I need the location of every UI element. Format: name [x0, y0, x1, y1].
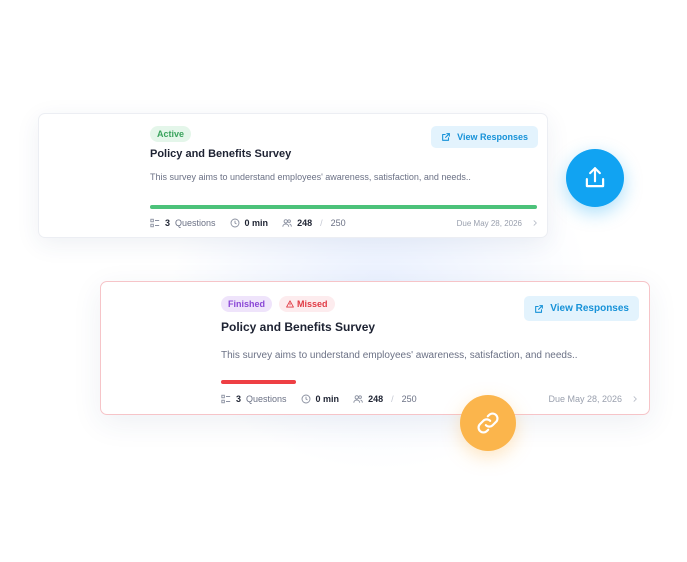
- questions-label: Questions: [246, 394, 287, 404]
- questions-stat: 3 Questions: [150, 218, 216, 228]
- survey-meta: 3 Questions 0 min 248 / 250 Due May 28, …: [150, 218, 539, 228]
- questions-stat: 3 Questions: [221, 394, 287, 404]
- link-icon: [477, 412, 499, 434]
- duration-stat: 0 min: [301, 394, 340, 404]
- questions-count: 3: [236, 394, 242, 404]
- due-date: Due May 28, 2026: [548, 394, 639, 404]
- responses-stat: 248 / 250: [282, 218, 346, 228]
- responses-total: 250: [330, 218, 346, 228]
- responses-count: 248: [368, 394, 384, 404]
- responses-total: 250: [401, 394, 417, 404]
- questions-label: Questions: [175, 218, 216, 228]
- users-icon: [353, 395, 363, 403]
- status-badge-finished: Finished: [221, 296, 273, 312]
- share-upload-icon: [585, 167, 605, 188]
- progress-fill: [150, 205, 537, 209]
- survey-description: This survey aims to understand employees…: [221, 350, 578, 361]
- questions-icon: [150, 218, 160, 228]
- duration-stat: 0 min: [230, 218, 269, 228]
- view-responses-label: View Responses: [550, 303, 629, 314]
- survey-card-active[interactable]: Active Policy and Benefits Survey This s…: [38, 113, 548, 238]
- warning-icon: [286, 300, 294, 308]
- progress-bar: [150, 205, 537, 209]
- divider: /: [320, 218, 323, 228]
- divider: /: [391, 394, 394, 404]
- due-date-label: Due May 28, 2026: [548, 394, 622, 404]
- view-responses-button[interactable]: View Responses: [431, 126, 538, 148]
- survey-title: Policy and Benefits Survey: [221, 320, 376, 334]
- clock-icon: [230, 218, 240, 228]
- survey-card-finished[interactable]: Finished Missed Policy and Benefits Surv…: [100, 281, 650, 415]
- status-badge-missed: Missed: [279, 296, 335, 312]
- external-link-icon: [535, 304, 544, 313]
- view-responses-button[interactable]: View Responses: [524, 296, 639, 321]
- users-icon: [282, 219, 292, 227]
- questions-count: 3: [165, 218, 171, 228]
- chevron-right-icon[interactable]: [531, 219, 539, 227]
- duration-value: 0 min: [244, 218, 269, 228]
- chevron-right-icon[interactable]: [631, 395, 639, 403]
- status-badge-active: Active: [150, 126, 192, 142]
- questions-icon: [221, 394, 231, 404]
- view-responses-label: View Responses: [457, 132, 528, 142]
- external-link-icon: [442, 133, 450, 141]
- survey-description: This survey aims to understand employees…: [150, 172, 471, 182]
- progress-bar: [221, 380, 637, 384]
- survey-title: Policy and Benefits Survey: [150, 148, 292, 160]
- share-button[interactable]: [566, 149, 624, 207]
- duration-value: 0 min: [315, 394, 340, 404]
- copy-link-button[interactable]: [460, 395, 516, 451]
- responses-count: 248: [297, 218, 313, 228]
- due-date-label: Due May 28, 2026: [456, 218, 522, 228]
- clock-icon: [301, 394, 311, 404]
- responses-stat: 248 / 250: [353, 394, 417, 404]
- survey-meta: 3 Questions 0 min 248 / 250 Due May 28, …: [221, 394, 639, 404]
- missed-label: Missed: [297, 299, 328, 309]
- due-date: Due May 28, 2026: [457, 219, 539, 228]
- progress-fill: [221, 380, 296, 384]
